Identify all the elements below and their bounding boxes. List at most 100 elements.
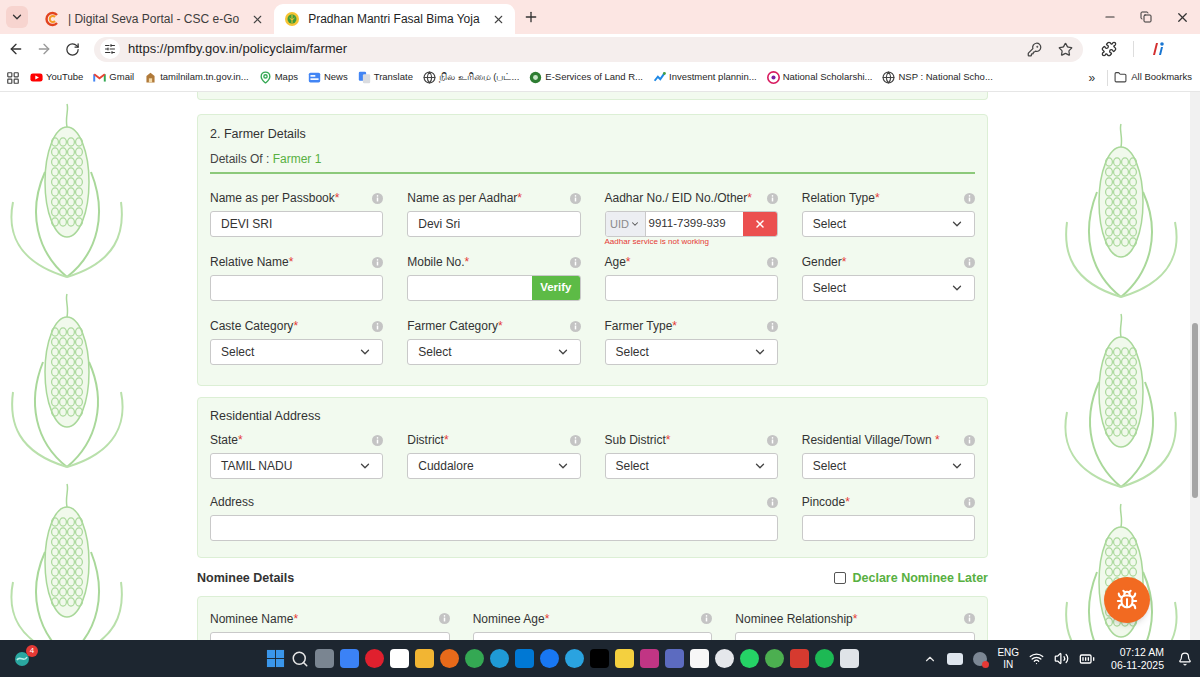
mobile-field[interactable]: Verify	[407, 275, 580, 301]
id-type-select[interactable]: UID	[606, 212, 646, 236]
bug-report-button[interactable]	[1104, 577, 1150, 623]
bookmark-item[interactable]: NSP : National Scho...	[880, 70, 994, 84]
store-icon[interactable]	[515, 649, 534, 668]
select-field[interactable]: Select	[802, 275, 975, 301]
close-tab-icon[interactable]	[251, 13, 264, 26]
url-text[interactable]: https://pmfby.gov.in/policyclaim/farmer	[128, 39, 347, 59]
text-input[interactable]	[210, 515, 778, 541]
bookmark-item[interactable]: YouTube	[28, 70, 85, 84]
firefox-icon[interactable]	[440, 649, 459, 668]
info-icon[interactable]	[372, 321, 383, 332]
edge-icon[interactable]	[490, 649, 509, 668]
select-field[interactable]: Select	[210, 339, 383, 365]
info-icon[interactable]	[767, 435, 778, 446]
apps-icon[interactable]	[6, 71, 20, 85]
x-app-icon[interactable]	[590, 649, 609, 668]
bookmark-item[interactable]: tamilnilam.tn.gov.in...	[142, 70, 251, 84]
language-indicator[interactable]: ENGIN	[997, 647, 1019, 671]
bookmark-item[interactable]: Investment plannin...	[651, 70, 759, 84]
minimize-button[interactable]	[1092, 0, 1128, 34]
info-icon[interactable]	[570, 193, 581, 204]
id-field[interactable]: UID9911-7399-939	[605, 211, 778, 237]
info-icon[interactable]	[372, 193, 383, 204]
all-bookmarks[interactable]: All Bookmarks	[1114, 70, 1192, 84]
bookmark-item[interactable]: Gmail	[91, 70, 136, 84]
profile-button[interactable]	[1144, 37, 1172, 61]
forward-button[interactable]	[32, 37, 56, 61]
info-icon[interactable]	[767, 193, 778, 204]
widgets-icon[interactable]	[340, 649, 359, 668]
help-icon[interactable]	[715, 649, 734, 668]
media-icon[interactable]	[690, 649, 709, 668]
browser-tab[interactable]: | Digital Seva Portal - CSC e-Go	[34, 4, 274, 34]
declare-nominee-later[interactable]: Declare Nominee Later	[834, 569, 988, 588]
checkbox[interactable]	[834, 572, 846, 584]
battery-icon[interactable]	[1079, 651, 1095, 667]
more-bookmarks-button[interactable]: »	[1083, 69, 1102, 87]
info-icon[interactable]	[964, 435, 975, 446]
volume-icon[interactable]	[1054, 651, 1069, 666]
notifications-icon[interactable]	[1178, 652, 1192, 666]
bookmark-item[interactable]: E-Services of Land R...	[527, 70, 645, 84]
tab-search-button[interactable]	[6, 6, 28, 28]
scrollbar[interactable]	[1190, 92, 1200, 640]
spotify-icon[interactable]	[815, 649, 834, 668]
info-icon[interactable]	[372, 257, 383, 268]
extensions-button[interactable]	[1095, 37, 1123, 61]
back-button[interactable]	[4, 37, 28, 61]
scrollbar-thumb[interactable]	[1192, 323, 1198, 498]
star-icon[interactable]	[1058, 42, 1073, 57]
start-icon[interactable]	[266, 649, 285, 668]
info-icon[interactable]	[964, 497, 975, 508]
info-icon[interactable]	[701, 613, 712, 624]
calendar-icon[interactable]	[390, 649, 409, 668]
text-input[interactable]	[473, 632, 713, 640]
chrome-icon[interactable]	[465, 649, 484, 668]
info-icon[interactable]	[767, 497, 778, 508]
instagram-icon[interactable]	[640, 649, 659, 668]
key-icon[interactable]	[1027, 42, 1042, 57]
text-input[interactable]: DEVI SRI	[210, 211, 383, 237]
text-input[interactable]	[802, 515, 975, 541]
restore-button[interactable]	[1128, 0, 1164, 34]
info-icon[interactable]	[570, 435, 581, 446]
close-window-button[interactable]	[1164, 0, 1200, 34]
bookmark-item[interactable]: Translate	[356, 70, 415, 84]
reload-button[interactable]	[60, 37, 84, 61]
info-icon[interactable]	[767, 257, 778, 268]
info-icon[interactable]	[964, 193, 975, 204]
info-icon[interactable]	[767, 321, 778, 332]
info-icon[interactable]	[964, 613, 975, 624]
clear-button[interactable]	[743, 212, 777, 236]
text-input[interactable]	[605, 275, 778, 301]
notes-icon[interactable]	[615, 649, 634, 668]
text-input[interactable]	[735, 632, 975, 640]
info-icon[interactable]	[570, 321, 581, 332]
id-value[interactable]: 9911-7399-939	[646, 215, 743, 232]
csc-app-icon[interactable]	[790, 649, 809, 668]
email-icon[interactable]	[665, 649, 684, 668]
close-tab-icon[interactable]	[492, 13, 505, 26]
chevron-up-icon[interactable]	[923, 652, 937, 666]
text-input[interactable]: Devi Sri	[407, 211, 580, 237]
bookmark-item[interactable]: நில உரிமை (பட்...	[421, 70, 521, 84]
verify-button[interactable]: Verify	[532, 276, 579, 300]
select-field[interactable]: Cuddalore	[407, 453, 580, 479]
security-icon[interactable]	[973, 652, 987, 666]
select-field[interactable]: Select	[407, 339, 580, 365]
search-icon[interactable]	[291, 650, 309, 668]
new-tab-button[interactable]	[519, 5, 543, 29]
telegram-icon[interactable]	[565, 649, 584, 668]
info-icon[interactable]	[570, 257, 581, 268]
whatsapp-icon[interactable]	[740, 649, 759, 668]
task-view-icon[interactable]	[315, 649, 334, 668]
text-input[interactable]	[210, 275, 383, 301]
address-bar[interactable]: https://pmfby.gov.in/policyclaim/farmer	[94, 37, 1083, 62]
chrome-profile-icon[interactable]	[765, 649, 784, 668]
file-explorer-icon[interactable]	[415, 649, 434, 668]
clock[interactable]: 07:12 AM06-11-2025	[1111, 646, 1164, 672]
select-field[interactable]: Select	[605, 453, 778, 479]
paint-icon[interactable]	[840, 649, 859, 668]
info-icon[interactable]	[372, 435, 383, 446]
browser-tab[interactable]: Pradhan Mantri Fasal Bima Yoja	[274, 4, 514, 34]
